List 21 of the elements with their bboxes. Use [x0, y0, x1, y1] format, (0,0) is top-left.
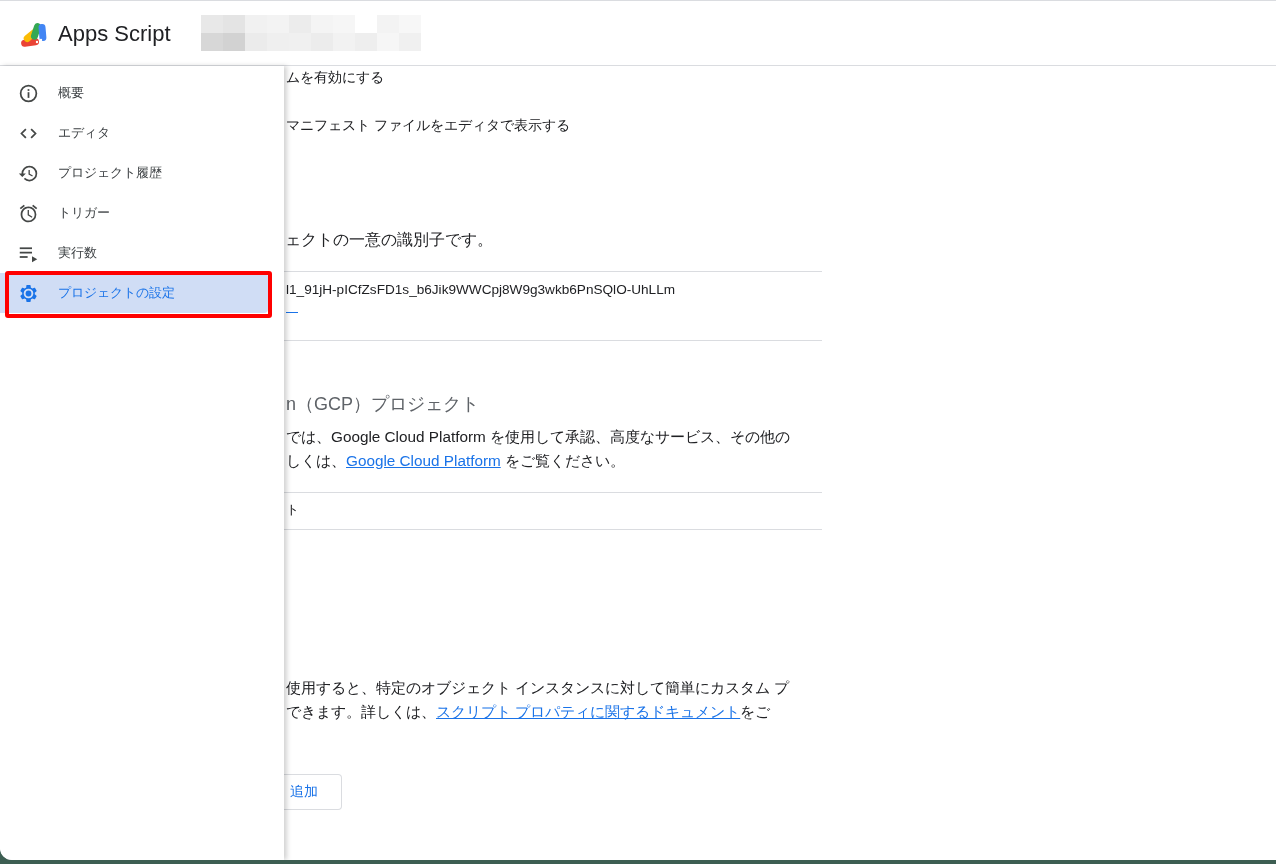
- app-title: Apps Script: [58, 20, 171, 47]
- nav-item[interactable]: 実行数: [0, 233, 268, 273]
- link[interactable]: スクリプト プロパティに関するドキュメント: [436, 703, 741, 720]
- add-property-button[interactable]: 追加: [284, 774, 342, 810]
- nav-item[interactable]: エディタ: [0, 113, 268, 153]
- settings-icon: [18, 282, 39, 304]
- info-icon: [18, 82, 39, 104]
- nav-item[interactable]: トリガー: [0, 193, 268, 233]
- option-label: マニフェスト ファイルをエディタで表示する: [286, 116, 570, 135]
- nav-item[interactable]: 概要: [0, 73, 268, 113]
- link-underline: [286, 312, 298, 313]
- section-description: ェクトの一意の識別子です。: [285, 230, 493, 250]
- section-heading: n（GCP）プロジェクト: [286, 393, 480, 416]
- paragraph-text: では、Google Cloud Platform を使用して承認、高度なサービス、その他の しくは、Google Cloud Platform をご覧ください。: [286, 427, 790, 471]
- alarm-clock-icon: [18, 202, 39, 224]
- link[interactable]: Google Cloud Platform: [346, 452, 501, 469]
- field-label: ト: [286, 501, 299, 519]
- paragraph-text: 使用すると、特定のオブジェクト インスタンスに対して簡単にカスタム プ できます。詳しくは、スクリプト プロパティに関するドキュメント をご: [286, 678, 790, 722]
- option-label: ムを有効にする: [286, 68, 384, 87]
- nav-item[interactable]: プロジェクト履歴: [0, 153, 268, 193]
- script-id-text: l1_91jH-pICfZsFD1s_b6Jik9WWCpj8W9g3wkb6PnSQlO-UhLLm: [286, 281, 676, 299]
